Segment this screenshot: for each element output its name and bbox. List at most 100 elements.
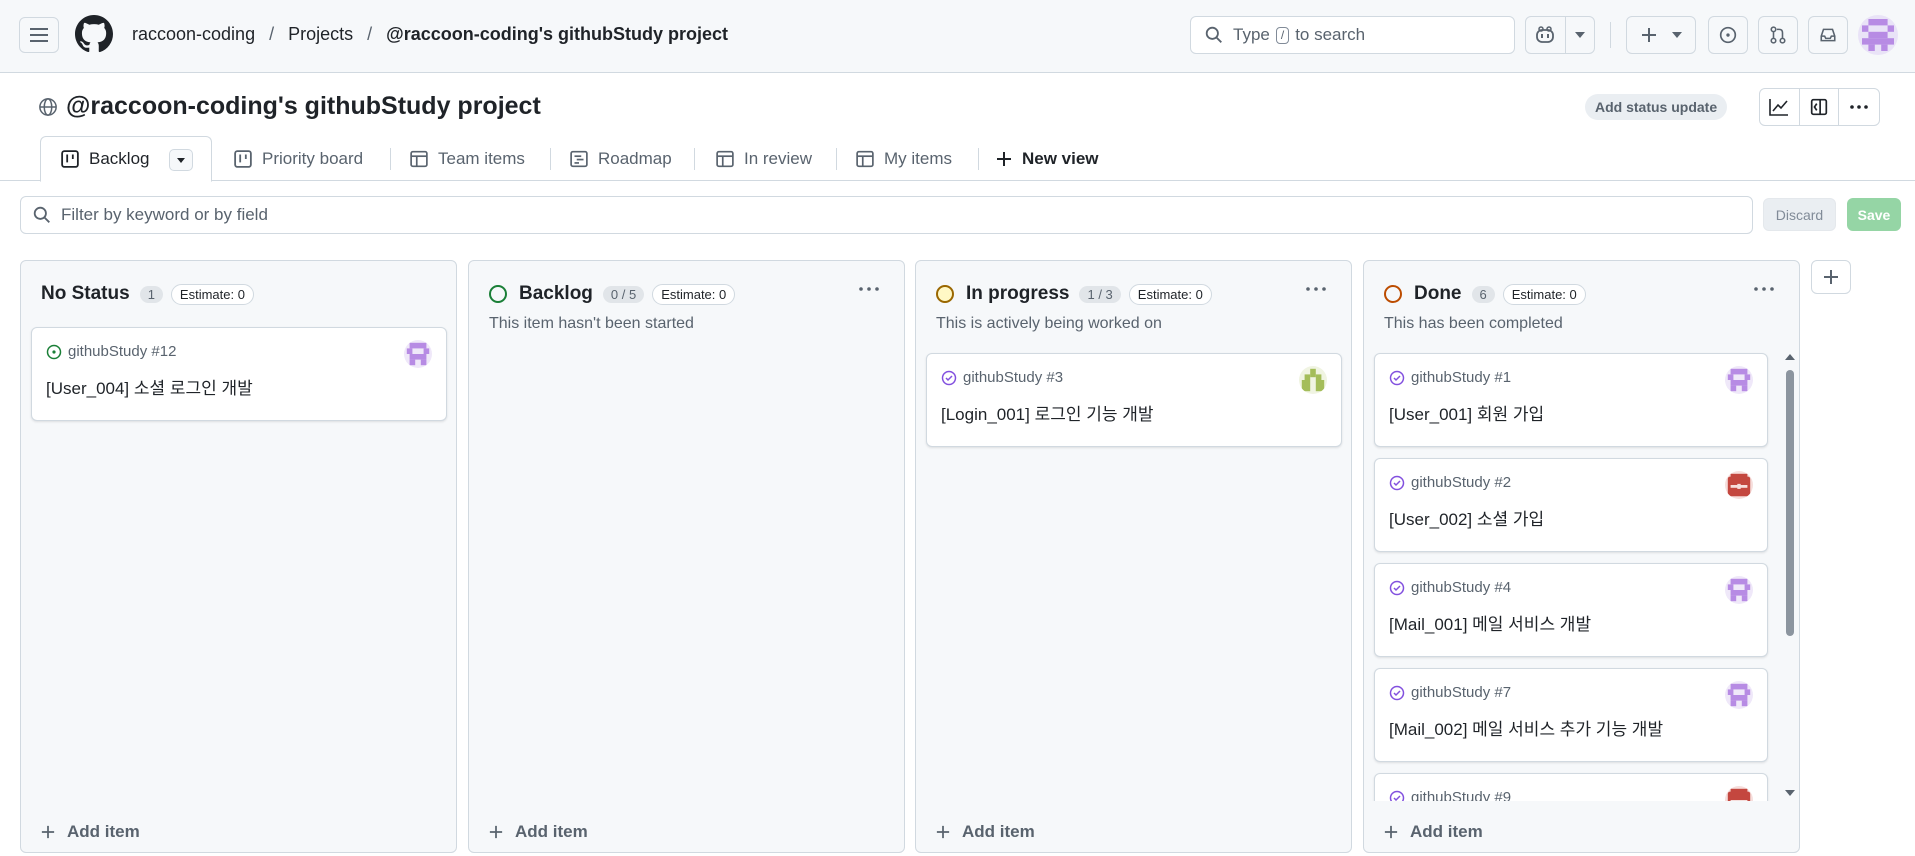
item-count-badge: 1	[139, 285, 163, 303]
issue-closed-icon	[1389, 370, 1405, 385]
add-item-button[interactable]: Add item	[489, 822, 588, 842]
add-status-update-button[interactable]: Add status update	[1585, 94, 1728, 120]
scrollbar-thumb[interactable]	[1786, 370, 1794, 636]
crumb-project[interactable]: @raccoon-coding's githubStudy project	[386, 24, 728, 45]
status-circle-icon	[489, 285, 507, 303]
card-title[interactable]: [User_002] 소셜 가입	[1389, 505, 1544, 530]
sidebar-icon	[1810, 98, 1828, 116]
issue-card[interactable]: githubStudy #3 [Login_001] 로그인 기능 개발	[926, 353, 1342, 447]
card-list[interactable]: githubStudy #1 [User_001] 회원 가입 githubSt…	[1372, 351, 1790, 801]
copilot-button[interactable]	[1526, 17, 1565, 53]
copilot-dropdown[interactable]	[1564, 17, 1594, 53]
board-icon	[61, 150, 79, 168]
tab-roadmap[interactable]: Roadmap	[570, 136, 672, 181]
view-options-dropdown[interactable]	[169, 149, 193, 171]
card-repo-link[interactable]: githubStudy #4	[1411, 579, 1511, 596]
crumb-owner[interactable]: raccoon-coding	[132, 24, 255, 45]
inbox-icon	[1820, 28, 1836, 42]
page-title[interactable]: @raccoon-coding's githubStudy project	[66, 92, 541, 121]
tab-backlog[interactable]: Backlog	[40, 136, 212, 182]
column-header: Done 6 Estimate: 0	[1384, 281, 1586, 307]
issue-card[interactable]: githubStudy #1 [User_001] 회원 가입	[1374, 353, 1768, 447]
tab-in-review[interactable]: In review	[716, 136, 812, 181]
tab-label: Roadmap	[598, 148, 672, 168]
tab-label: Priority board	[262, 148, 364, 168]
tab-priority-board[interactable]: Priority board	[234, 136, 363, 181]
filter-input[interactable]: Filter by keyword or by field	[20, 196, 1753, 234]
estimate-badge: Estimate: 0	[1128, 283, 1212, 305]
column-done: Done 6 Estimate: 0 This has been complet…	[1363, 260, 1800, 853]
identicon-icon	[1725, 366, 1753, 394]
add-item-button[interactable]: Add item	[1384, 822, 1483, 842]
project-menu-button[interactable]	[1839, 89, 1879, 125]
add-column-button[interactable]	[1811, 260, 1851, 294]
insights-button[interactable]	[1760, 89, 1800, 125]
column-header: No Status 1 Estimate: 0	[41, 281, 254, 307]
card-repo-link[interactable]: githubStudy #12	[68, 343, 176, 360]
assignee-avatar[interactable]	[1299, 366, 1327, 394]
table-icon	[410, 150, 428, 167]
crumb-projects[interactable]: Projects	[288, 24, 353, 45]
issue-card[interactable]: githubStudy #9	[1374, 773, 1768, 801]
pull-requests-button[interactable]	[1758, 16, 1798, 54]
column-in-progress: In progress 1 / 3 Estimate: 0 This is ac…	[915, 260, 1352, 853]
graph-icon	[1769, 99, 1789, 116]
issue-card[interactable]: githubStudy #2 [User_002] 소셜 가입	[1374, 458, 1768, 552]
new-view-button[interactable]: New view	[996, 136, 1099, 181]
card-title[interactable]: [Login_001] 로그인 기능 개발	[941, 400, 1154, 425]
menu-button[interactable]	[19, 17, 59, 53]
user-avatar[interactable]	[1858, 15, 1898, 55]
tab-team-items[interactable]: Team items	[410, 136, 525, 181]
inbox-button[interactable]	[1808, 16, 1848, 54]
save-button[interactable]: Save	[1847, 198, 1901, 231]
plus-icon	[1824, 270, 1838, 284]
global-header: raccoon-coding / Projects / @raccoon-cod…	[0, 0, 1915, 73]
toggle-sidepanel-button[interactable]	[1800, 89, 1840, 125]
create-new-button[interactable]	[1626, 16, 1696, 54]
card-repo-link[interactable]: githubStudy #2	[1411, 474, 1511, 491]
add-item-label: Add item	[67, 822, 140, 841]
card-title[interactable]: [Mail_002] 메일 서비스 추가 기능 개발	[1389, 715, 1663, 740]
estimate-badge: Estimate: 0	[1502, 283, 1586, 305]
card-repo-link[interactable]: githubStudy #3	[963, 369, 1063, 386]
github-logo-icon[interactable]	[75, 15, 113, 53]
column-header: Backlog 0 / 5 Estimate: 0	[489, 281, 736, 307]
tab-label: Backlog	[89, 149, 150, 168]
assignee-avatar[interactable]	[1725, 576, 1753, 604]
column-description: This has been completed	[1384, 315, 1563, 332]
card-repo-link[interactable]: githubStudy #1	[1411, 369, 1511, 386]
identicon-icon	[1725, 576, 1753, 604]
card-repo-link[interactable]: githubStudy #7	[1411, 684, 1511, 701]
assignee-avatar[interactable]	[1725, 786, 1753, 801]
card-title[interactable]: [User_004] 소셜 로그인 개발	[46, 374, 253, 399]
card-meta: githubStudy #3	[941, 369, 1063, 386]
discard-button[interactable]: Discard	[1763, 198, 1836, 231]
column-header: In progress 1 / 3 Estimate: 0	[936, 281, 1212, 307]
copilot-button-group	[1525, 16, 1595, 54]
assignee-avatar[interactable]	[404, 340, 432, 368]
issue-card[interactable]: githubStudy #7 [Mail_002] 메일 서비스 추가 기능 개…	[1374, 668, 1768, 762]
identicon-icon	[1725, 681, 1753, 709]
column-menu-button[interactable]	[1301, 277, 1331, 301]
issues-button[interactable]	[1708, 16, 1748, 54]
card-title[interactable]: [Mail_001] 메일 서비스 개발	[1389, 610, 1591, 635]
search-input[interactable]: Type / to search	[1190, 16, 1515, 54]
view-tabs: Backlog Priority board Team items Roadma…	[0, 136, 1915, 182]
card-title[interactable]: [User_001] 회원 가입	[1389, 400, 1544, 425]
assignee-avatar[interactable]	[1725, 366, 1753, 394]
table-icon	[856, 150, 874, 167]
issue-card[interactable]: githubStudy #4 [Mail_001] 메일 서비스 개발	[1374, 563, 1768, 657]
column-menu-button[interactable]	[854, 277, 884, 301]
assignee-avatar[interactable]	[1725, 471, 1753, 499]
identicon-icon	[1725, 786, 1753, 801]
tab-my-items[interactable]: My items	[856, 136, 952, 181]
assignee-avatar[interactable]	[1725, 681, 1753, 709]
column-backlog: Backlog 0 / 5 Estimate: 0 This item hasn…	[468, 260, 905, 853]
tab-label: Team items	[438, 148, 525, 168]
plus-icon	[936, 825, 950, 839]
column-menu-button[interactable]	[1749, 277, 1779, 301]
add-item-button[interactable]: Add item	[936, 822, 1035, 842]
issue-card[interactable]: githubStudy #12 [User_004] 소셜 로그인 개발	[31, 327, 447, 421]
card-repo-link[interactable]: githubStudy #9	[1411, 789, 1511, 801]
add-item-button[interactable]: Add item	[41, 822, 140, 842]
